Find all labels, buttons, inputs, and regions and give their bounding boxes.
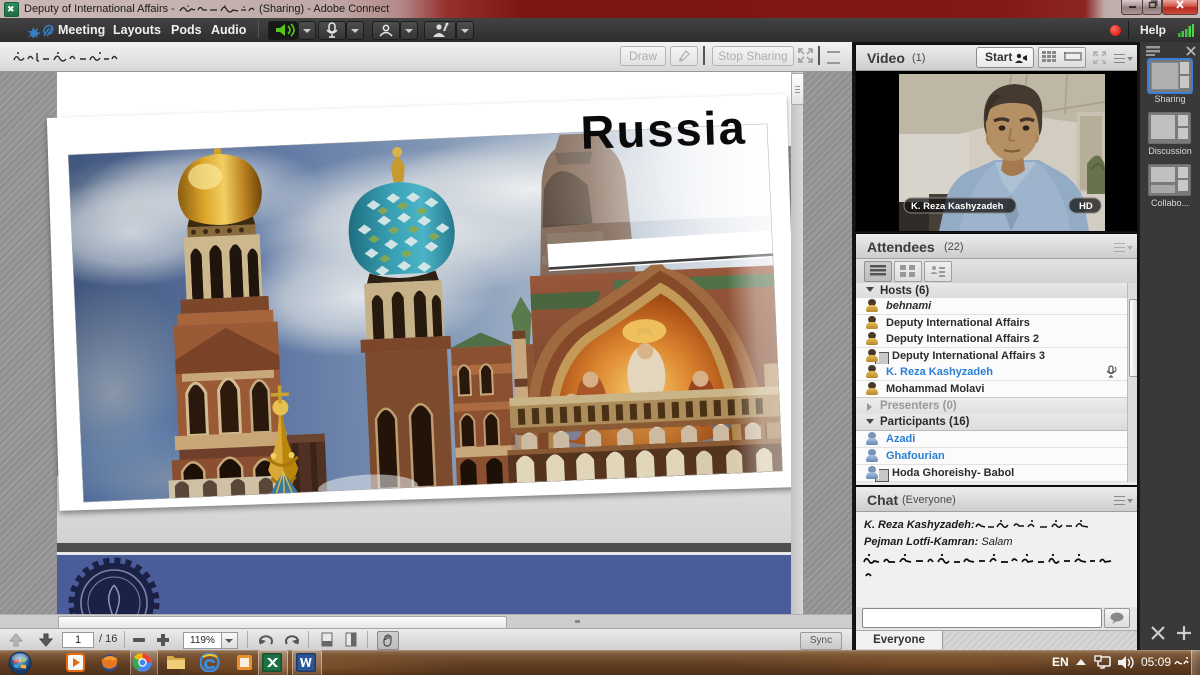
svg-text:HD: HD [1079,201,1093,212]
svg-text:K. Reza Kashyzadeh: K. Reza Kashyzadeh [911,201,1004,212]
